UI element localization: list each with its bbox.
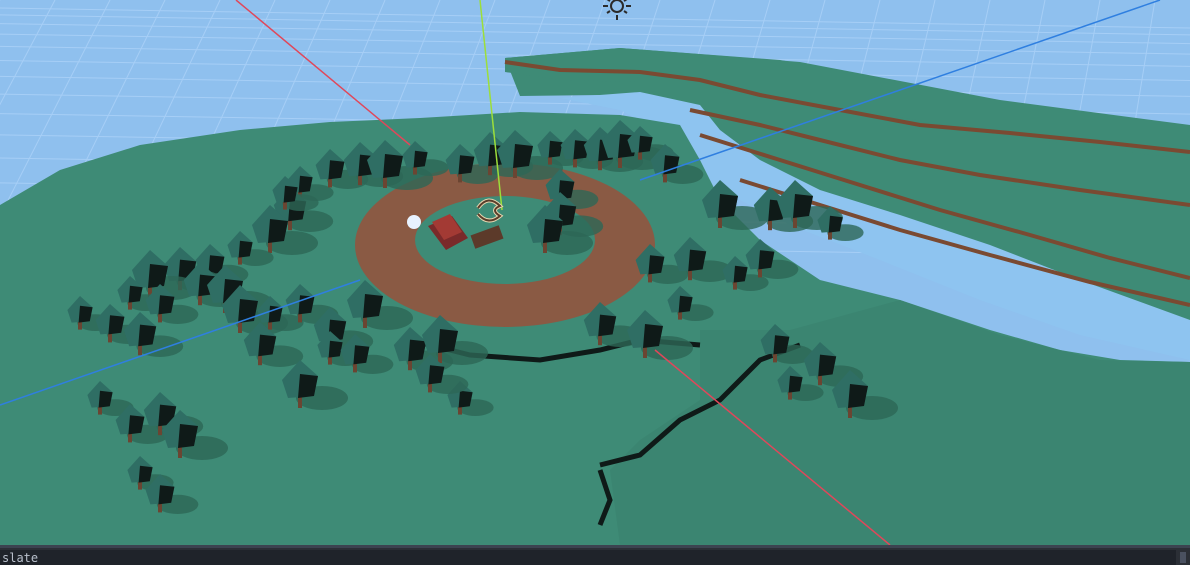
output-text: slate [2, 551, 39, 565]
3d-viewport[interactable] [0, 0, 1190, 545]
output-log[interactable]: slate [0, 550, 1176, 565]
scene-canvas[interactable] [0, 0, 1190, 545]
scrollbar[interactable] [1180, 552, 1186, 563]
output-panel[interactable]: slate [0, 545, 1190, 565]
